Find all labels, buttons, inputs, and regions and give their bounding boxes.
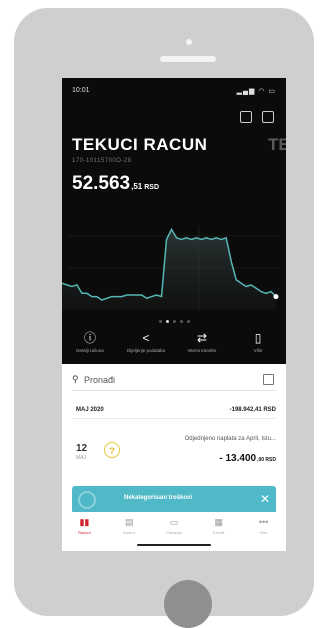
pager-dot[interactable]	[186, 320, 190, 323]
uncategorized-banner[interactable]: Nekategorisani troškovi ✕	[72, 486, 276, 514]
tab-label: Kartice	[122, 530, 136, 535]
bottom-tab-bar: ▮▮ Računi ▤ Kartice ▭ Plaćanja ▦ Krediti ••• Više	[62, 512, 286, 540]
pager-dot[interactable]	[172, 320, 176, 323]
transfer-icon: ⇄	[196, 331, 208, 345]
statement-icon[interactable]	[240, 111, 252, 123]
transactions-month: MAJ 2020	[76, 407, 104, 413]
banner-text: Nekategorisani troškovi	[124, 495, 193, 501]
transaction-description: Odjednjeno naplata za April, Istu...	[184, 436, 276, 442]
transaction-day: 12	[76, 443, 88, 454]
action-button[interactable]: ⇄ Interni transfer	[174, 330, 230, 364]
pager-dot[interactable]	[158, 320, 162, 323]
filter-icon[interactable]	[263, 374, 274, 385]
speaker-bar	[160, 56, 216, 62]
tab-krediti[interactable]: ▦ Krediti	[196, 512, 241, 540]
transaction-amount-main: - 13.400	[219, 453, 257, 464]
camera-dot	[186, 39, 192, 45]
divider	[72, 418, 276, 419]
phone-icon: ▯	[254, 331, 262, 345]
tab-kartice[interactable]: ▤ Kartice	[107, 512, 152, 540]
banner-decoration-icon	[78, 491, 96, 509]
tab-racuni[interactable]: ▮▮ Računi	[62, 512, 107, 540]
transaction-month: MAJ	[76, 455, 86, 461]
search-icon: ⚲	[72, 374, 79, 384]
tab-label: Računi	[78, 530, 91, 535]
account-actions: ⓘ Detalji računa < Dijeljenje podataka ⇄ Inte…	[62, 330, 286, 364]
account-balance: 52.563,51 RSD	[72, 173, 159, 195]
action-label: Interni transfer	[187, 348, 217, 353]
chart-area	[62, 229, 276, 310]
account-title: TEKUCI RACUN	[72, 135, 208, 154]
tab-label: Plaćanja	[166, 530, 182, 535]
racuni-icon: ▮▮	[79, 517, 90, 527]
account-header: 10:01 ▂▄▆ ◠ ▭ TEKUCI RACUN TE 170-101157…	[62, 78, 286, 364]
transactions-month-total: -198.942,41 RSD	[229, 407, 276, 413]
chart-endpoint	[273, 294, 279, 300]
tab-label: Krediti	[213, 530, 225, 535]
pager-dot[interactable]	[179, 320, 183, 323]
action-button[interactable]: ▯ Više	[230, 330, 286, 364]
kartice-icon: ▤	[124, 517, 134, 527]
home-button[interactable]	[164, 580, 212, 628]
menu-icon[interactable]	[262, 111, 274, 123]
next-account-peek[interactable]: TE	[268, 135, 286, 155]
action-label: Više	[253, 348, 263, 353]
action-button[interactable]: ⓘ Detalji računa	[62, 330, 118, 364]
balance-currency: RSD	[144, 184, 160, 191]
action-button[interactable]: < Dijeljenje podataka	[118, 330, 174, 364]
account-number: 170-10115700O-28	[72, 158, 132, 164]
account-pager[interactable]	[62, 320, 286, 323]
tab-label: Više	[259, 530, 268, 535]
pager-dot[interactable]	[165, 320, 169, 323]
share-icon: <	[142, 331, 150, 345]
status-icons: ▂▄▆ ◠ ▭	[236, 88, 276, 95]
tab-placanja[interactable]: ▭ Plaćanja	[152, 512, 197, 540]
krediti-icon: ▦	[214, 517, 224, 527]
placanja-icon: ▭	[169, 517, 179, 527]
uncategorized-icon: ?	[104, 442, 120, 458]
status-time: 10:01	[72, 87, 90, 94]
info-icon: ⓘ	[83, 331, 96, 345]
app-screen: 10:01 ▂▄▆ ◠ ▭ TEKUCI RACUN TE 170-101157…	[62, 78, 286, 551]
balance-chart	[62, 226, 280, 310]
vise-icon: •••	[258, 517, 269, 527]
home-indicator	[137, 544, 211, 546]
search-bar: ⚲	[72, 372, 276, 391]
action-label: Detalji računa	[76, 348, 104, 353]
transaction-amount-decimal: ,00 RSD	[257, 457, 276, 463]
search-input[interactable]	[84, 373, 234, 387]
tab-vise[interactable]: ••• Više	[241, 512, 286, 540]
close-icon[interactable]: ✕	[260, 492, 270, 506]
transaction-amount: - 13.400,00 RSD	[219, 448, 276, 466]
balance-decimal: ,51	[131, 182, 143, 191]
action-label: Dijeljenje podataka	[126, 348, 166, 353]
balance-main: 52.563	[72, 173, 131, 194]
